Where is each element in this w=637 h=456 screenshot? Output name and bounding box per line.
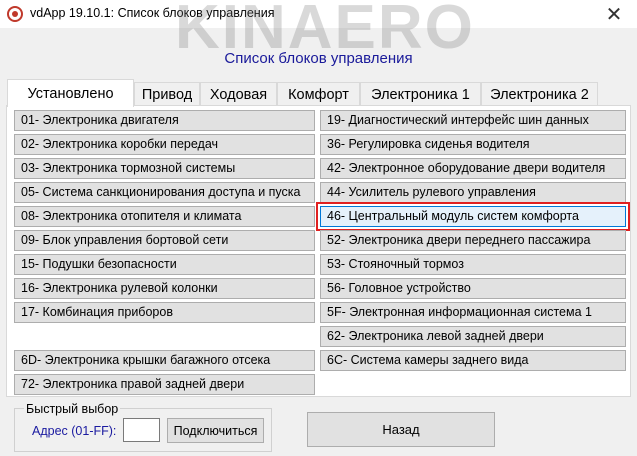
module-button-09[interactable]: 09- Блок управления бортовой сети xyxy=(14,230,315,251)
page-title: Список блоков управления xyxy=(224,50,413,67)
module-button-53[interactable]: 53- Стояночный тормоз xyxy=(320,254,626,275)
quick-select-title: Быстрый выбор xyxy=(24,402,121,416)
module-button-72[interactable]: 72- Электроника правой задней двери xyxy=(14,374,315,395)
module-button-46-selected[interactable]: 46- Центральный модуль систем комфорта xyxy=(316,202,630,231)
connect-button[interactable]: Подключиться xyxy=(167,418,264,443)
module-button-16[interactable]: 16- Электроника рулевой колонки xyxy=(14,278,315,299)
tab-installed[interactable]: Установлено xyxy=(7,79,134,107)
module-button-52[interactable]: 52- Электроника двери переднего пассажир… xyxy=(320,230,626,251)
module-button-01[interactable]: 01- Электроника двигателя xyxy=(14,110,315,131)
module-button-19[interactable]: 19- Диагностический интерфейс шин данных xyxy=(320,110,626,131)
module-button-36[interactable]: 36- Регулировка сиденья водителя xyxy=(320,134,626,155)
module-button-03[interactable]: 03- Электроника тормозной системы xyxy=(14,158,315,179)
tab-electronics-2[interactable]: Электроника 2 xyxy=(481,82,598,106)
module-button-6c[interactable]: 6C- Система камеры заднего вида xyxy=(320,350,626,371)
address-label: Адрес (01-FF): xyxy=(32,424,117,438)
app-icon xyxy=(7,6,23,22)
module-button-05[interactable]: 05- Система санкционирования доступа и п… xyxy=(14,182,315,203)
title-bar: vdApp 19.10.1: Список блоков управления … xyxy=(0,0,637,62)
address-input[interactable] xyxy=(123,418,160,442)
tab-comfort[interactable]: Комфорт xyxy=(277,82,360,106)
back-button[interactable]: Назад xyxy=(307,412,495,447)
module-button-17[interactable]: 17- Комбинация приборов xyxy=(14,302,315,323)
module-button-62[interactable]: 62- Электроника левой задней двери xyxy=(320,326,626,347)
module-button-42[interactable]: 42- Электронное оборудование двери водит… xyxy=(320,158,626,179)
module-button-5f[interactable]: 5F- Электронная информационная система 1 xyxy=(320,302,626,323)
module-button-02[interactable]: 02- Электроника коробки передач xyxy=(14,134,315,155)
module-button-44[interactable]: 44- Усилитель рулевого управления xyxy=(320,182,626,203)
module-button-6d[interactable]: 6D- Электроника крышки багажного отсека xyxy=(14,350,315,371)
close-icon[interactable]: ✕ xyxy=(591,0,637,28)
tab-electronics-1[interactable]: Электроника 1 xyxy=(360,82,481,106)
tab-chassis[interactable]: Ходовая xyxy=(200,82,277,106)
tab-drive[interactable]: Привод xyxy=(134,82,200,106)
module-button-15[interactable]: 15- Подушки безопасности xyxy=(14,254,315,275)
module-button-56[interactable]: 56- Головное устройство xyxy=(320,278,626,299)
module-button-08[interactable]: 08- Электроника отопителя и климата xyxy=(14,206,315,227)
